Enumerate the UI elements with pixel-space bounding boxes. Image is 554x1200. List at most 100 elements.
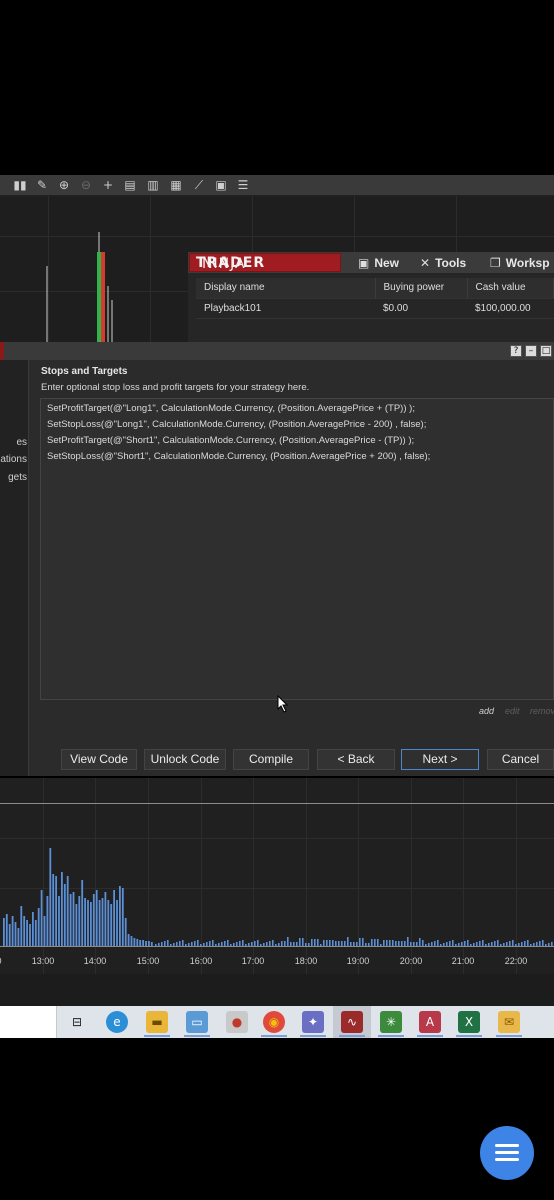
volume-bar	[302, 938, 304, 946]
section-title: Stops and Targets	[41, 366, 128, 377]
wizard-nav: es ations gets	[0, 360, 29, 776]
list-item[interactable]: SetProfitTarget(@"Long1", CalculationMod…	[47, 403, 415, 414]
volume-bar	[72, 892, 75, 946]
excel-icon[interactable]: X	[458, 1011, 480, 1033]
volume-bar	[3, 918, 5, 946]
x-tick-label: 14:00	[83, 956, 107, 966]
next-button[interactable]: Next >	[401, 749, 479, 770]
column-header[interactable]: Buying power	[375, 278, 468, 299]
screen: ▮▮ ✎ ⊕ ⊖ + ▤ ▥ ▦ ⟋ ▣ ☰ NINJA TRADER ▣ Ne…	[0, 0, 554, 1200]
volume-bar	[95, 890, 98, 946]
maximize-icon[interactable]: □	[540, 345, 552, 357]
zoom-out-icon[interactable]: ⊖	[78, 178, 94, 192]
fax-icon[interactable]: ✳	[380, 1011, 402, 1033]
zoom-in-icon[interactable]: ⊕	[56, 178, 72, 192]
new-icon: ▣	[358, 256, 370, 270]
list-item[interactable]: SetStopLoss(@"Short1", CalculationMode.C…	[47, 451, 430, 462]
volume-bar	[362, 938, 364, 946]
data-series-icon[interactable]: ▥	[145, 178, 161, 192]
mouse-cursor-icon	[277, 695, 289, 713]
volume-bar	[90, 902, 92, 946]
list-icon[interactable]: ☰	[235, 178, 251, 192]
pencil-icon[interactable]: ✎	[34, 178, 50, 192]
running-indicator	[417, 1035, 443, 1037]
edge-icon[interactable]: e	[106, 1011, 128, 1033]
volume-bar	[101, 898, 104, 946]
back-button[interactable]: < Back	[317, 749, 395, 770]
help-icon[interactable]: ?	[510, 345, 522, 357]
volume-bar	[371, 939, 373, 946]
task-view-icon[interactable]: ⊟	[66, 1011, 88, 1033]
volume-bar	[17, 928, 20, 946]
menu-tools[interactable]: ✕ Tools	[420, 255, 466, 271]
running-indicator	[456, 1035, 482, 1037]
unlock-code-button[interactable]: Unlock Code	[144, 749, 226, 770]
x-tick-label: 13:00	[31, 956, 55, 966]
volume-bar	[133, 938, 136, 946]
volume-bar	[46, 896, 49, 946]
crosshair-icon[interactable]: +	[100, 178, 116, 192]
view-code-button[interactable]: View Code	[61, 749, 137, 770]
table-row[interactable]: Playback101 $0.00 $100,000.00	[196, 298, 554, 319]
paint-icon[interactable]: ●	[226, 1011, 248, 1033]
column-header[interactable]: Display name	[196, 278, 376, 299]
running-indicator	[184, 1035, 210, 1037]
teams-icon[interactable]: ✦	[302, 1011, 324, 1033]
edit-link[interactable]: edit	[505, 706, 520, 716]
menu-button[interactable]	[480, 1126, 534, 1180]
volume-bar	[113, 890, 115, 946]
ninjatrader-icon[interactable]: ∿	[341, 1011, 363, 1033]
volume-bar	[58, 896, 60, 946]
volume-bar	[107, 900, 110, 946]
hamburger-icon	[495, 1144, 519, 1147]
volume-bar	[63, 884, 66, 946]
remote-desktop-icon[interactable]: ▭	[186, 1011, 208, 1033]
candle-body	[97, 252, 101, 342]
volume-bar	[121, 888, 124, 946]
nav-item-conditions[interactable]: es	[16, 437, 27, 448]
volume-chart[interactable]: 0 13:00 14:00 15:00 16:00 17:00 18:00 19…	[0, 778, 554, 1006]
menu-workspaces[interactable]: ❐ Worksp	[490, 255, 550, 271]
list-item[interactable]: SetStopLoss(@"Long1", CalculationMode.Cu…	[47, 419, 426, 430]
volume-bar	[84, 898, 86, 946]
file-explorer-icon[interactable]: ▬	[146, 1011, 168, 1033]
minimize-icon[interactable]: –	[525, 345, 537, 357]
remove-link[interactable]: remov	[530, 706, 554, 716]
chart-footer	[0, 974, 554, 1006]
strategies-icon[interactable]: ⟋	[191, 178, 207, 192]
volume-bar	[20, 906, 23, 946]
volume-bar	[75, 904, 78, 946]
search-box[interactable]	[0, 1006, 57, 1038]
running-indicator	[339, 1035, 365, 1037]
outlook-icon[interactable]: ✉	[498, 1011, 520, 1033]
stops-targets-list[interactable]: SetProfitTarget(@"Long1", CalculationMod…	[40, 398, 554, 700]
volume-bar	[49, 848, 52, 946]
nav-item-actions[interactable]: ations	[0, 454, 27, 465]
bar-chart-icon[interactable]: ▮▮	[12, 178, 28, 192]
template-icon[interactable]: ▣	[213, 178, 229, 192]
access-icon[interactable]: A	[419, 1011, 441, 1033]
volume-bar	[377, 939, 379, 946]
candlestick-series	[46, 232, 113, 342]
volume-bar	[29, 924, 31, 946]
volume-bar	[136, 939, 139, 946]
table-cell: $0.00	[375, 298, 467, 319]
ninjatrader-logo: NINJA TRADER	[189, 253, 341, 272]
add-link[interactable]: add	[479, 706, 494, 716]
running-indicator	[496, 1035, 522, 1037]
column-header[interactable]: Cash value	[467, 278, 554, 299]
x-tick-label: 18:00	[294, 956, 318, 966]
properties-icon[interactable]: ▤	[122, 178, 138, 192]
chrome-icon[interactable]: ◉	[263, 1011, 285, 1033]
volume-bar	[78, 896, 81, 946]
cancel-button[interactable]: Cancel	[487, 749, 554, 770]
volume-bar	[98, 900, 101, 946]
indicators-icon[interactable]: ▦	[168, 178, 184, 192]
menu-new[interactable]: ▣ New	[358, 255, 399, 271]
nav-item-stops-targets[interactable]: gets	[8, 472, 27, 483]
table-cell: $100,000.00	[467, 298, 554, 319]
wizard-content: Stops and Targets Enter optional stop lo…	[29, 360, 554, 776]
compile-button[interactable]: Compile	[233, 749, 309, 770]
volume-bar	[314, 939, 316, 946]
list-item[interactable]: SetProfitTarget(@"Short1", CalculationMo…	[47, 435, 414, 446]
